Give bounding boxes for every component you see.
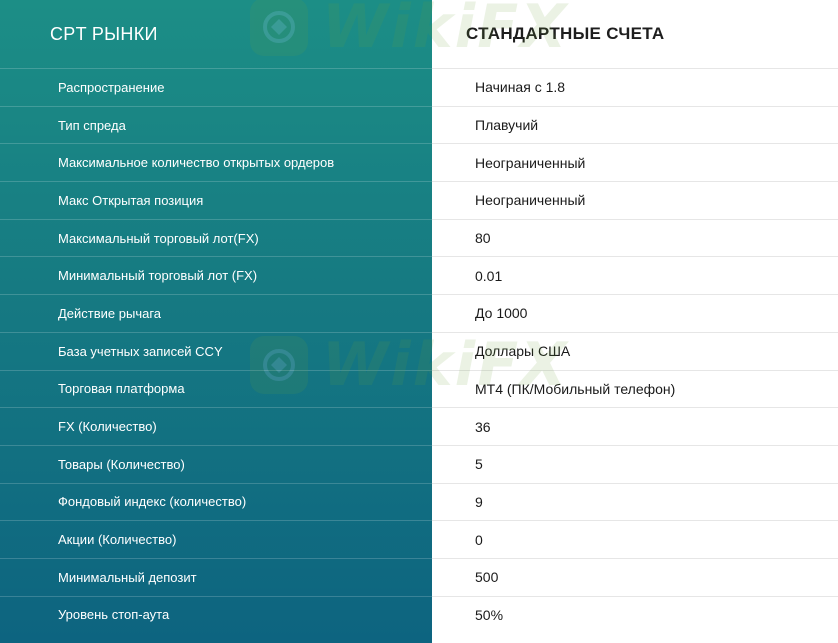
row-value: Неограниченный	[475, 154, 586, 171]
row-label: FX (Количество)	[58, 419, 157, 435]
table-row-value: Неограниченный	[432, 143, 838, 181]
row-value: 80	[475, 230, 491, 247]
table-row-value: 80	[432, 218, 838, 257]
table-row-label: Макс Открытая позиция	[0, 181, 432, 219]
row-label: Уровень стоп-аута	[58, 607, 170, 623]
table-row-value: 5	[432, 444, 838, 483]
table-row-value: 36	[432, 407, 838, 445]
row-label: Акции (Количество)	[58, 532, 177, 548]
row-value: Неограниченный	[475, 192, 586, 209]
row-value: 500	[475, 569, 499, 586]
table-row-label: База учетных записей CCY	[0, 331, 432, 370]
row-value: 36	[475, 418, 491, 435]
table-row-label: Действие рычага	[0, 294, 432, 332]
label-column: CPT РЫНКИ Распространение Тип спреда Мак…	[0, 0, 432, 643]
table-row-label: Товары (Количество)	[0, 444, 432, 483]
table-row-label: Торговая платформа	[0, 369, 432, 408]
row-label: Действие рычага	[58, 305, 162, 321]
label-rows: Распространение Тип спреда Максимальное …	[0, 68, 432, 633]
value-column: СТАНДАРТНЫЕ СЧЕТА Начиная с 1.8 Плавучий…	[432, 0, 838, 643]
table-row-label: Тип спреда	[0, 105, 432, 144]
table-row-value: Доллары США	[432, 331, 838, 370]
table-row-label: Минимальный депозит	[0, 557, 432, 596]
table-row-value: Неограниченный	[432, 181, 838, 219]
table-row-value: 9	[432, 482, 838, 521]
table-row-value: 0.01	[432, 256, 838, 294]
row-value: 9	[475, 493, 483, 510]
comparison-table: CPT РЫНКИ Распространение Тип спреда Мак…	[0, 0, 838, 643]
row-label: Максимальный торговый лот(FX)	[58, 230, 259, 246]
value-column-header: СТАНДАРТНЫЕ СЧЕТА	[432, 0, 838, 68]
table-row-label: Фондовый индекс (количество)	[0, 482, 432, 521]
row-label: Тип спреда	[58, 117, 126, 133]
value-rows: Начиная с 1.8 Плавучий Неограниченный Не…	[432, 68, 838, 633]
row-value: 5	[475, 456, 483, 473]
account-title: СТАНДАРТНЫЕ СЧЕТА	[466, 24, 665, 43]
row-label: База учетных записей CCY	[58, 343, 223, 359]
row-value: 50%	[475, 606, 504, 623]
table-row-value: Начиная с 1.8	[432, 68, 838, 106]
table-row-value: 500	[432, 557, 838, 596]
table-row-value: 50%	[432, 595, 838, 634]
table-row-label: FX (Количество)	[0, 407, 432, 445]
table-row-label: Максимальное количество открытых ордеров	[0, 143, 432, 181]
row-value: Начиная с 1.8	[475, 79, 566, 96]
table-row-label: Максимальный торговый лот(FX)	[0, 218, 432, 257]
row-label: Распространение	[58, 79, 165, 95]
row-value: 0.01	[475, 267, 503, 284]
row-value: До 1000	[475, 305, 528, 322]
table-row-value: 0	[432, 520, 838, 558]
label-column-header: CPT РЫНКИ	[0, 0, 432, 68]
row-label: Торговая платформа	[58, 381, 185, 397]
row-label: Минимальный депозит	[58, 569, 197, 585]
table-row-value: Плавучий	[432, 105, 838, 144]
row-value: Плавучий	[475, 117, 539, 134]
table-row-label: Акции (Количество)	[0, 520, 432, 558]
table-row-value: MT4 (ПК/Мобильный телефон)	[432, 369, 838, 408]
row-value: 0	[475, 531, 483, 548]
table-row-label: Распространение	[0, 68, 432, 106]
row-label: Минимальный торговый лот (FX)	[58, 268, 258, 284]
table-row-label: Уровень стоп-аута	[0, 595, 432, 634]
table-row-label: Минимальный торговый лот (FX)	[0, 256, 432, 294]
row-label: Максимальное количество открытых ордеров	[58, 155, 335, 171]
row-label: Товары (Количество)	[58, 456, 185, 472]
row-value: MT4 (ПК/Мобильный телефон)	[475, 380, 676, 397]
market-title: CPT РЫНКИ	[50, 23, 158, 44]
table-row-value: До 1000	[432, 294, 838, 332]
row-label: Макс Открытая позиция	[58, 192, 204, 208]
row-value: Доллары США	[475, 343, 571, 360]
row-label: Фондовый индекс (количество)	[58, 494, 247, 510]
